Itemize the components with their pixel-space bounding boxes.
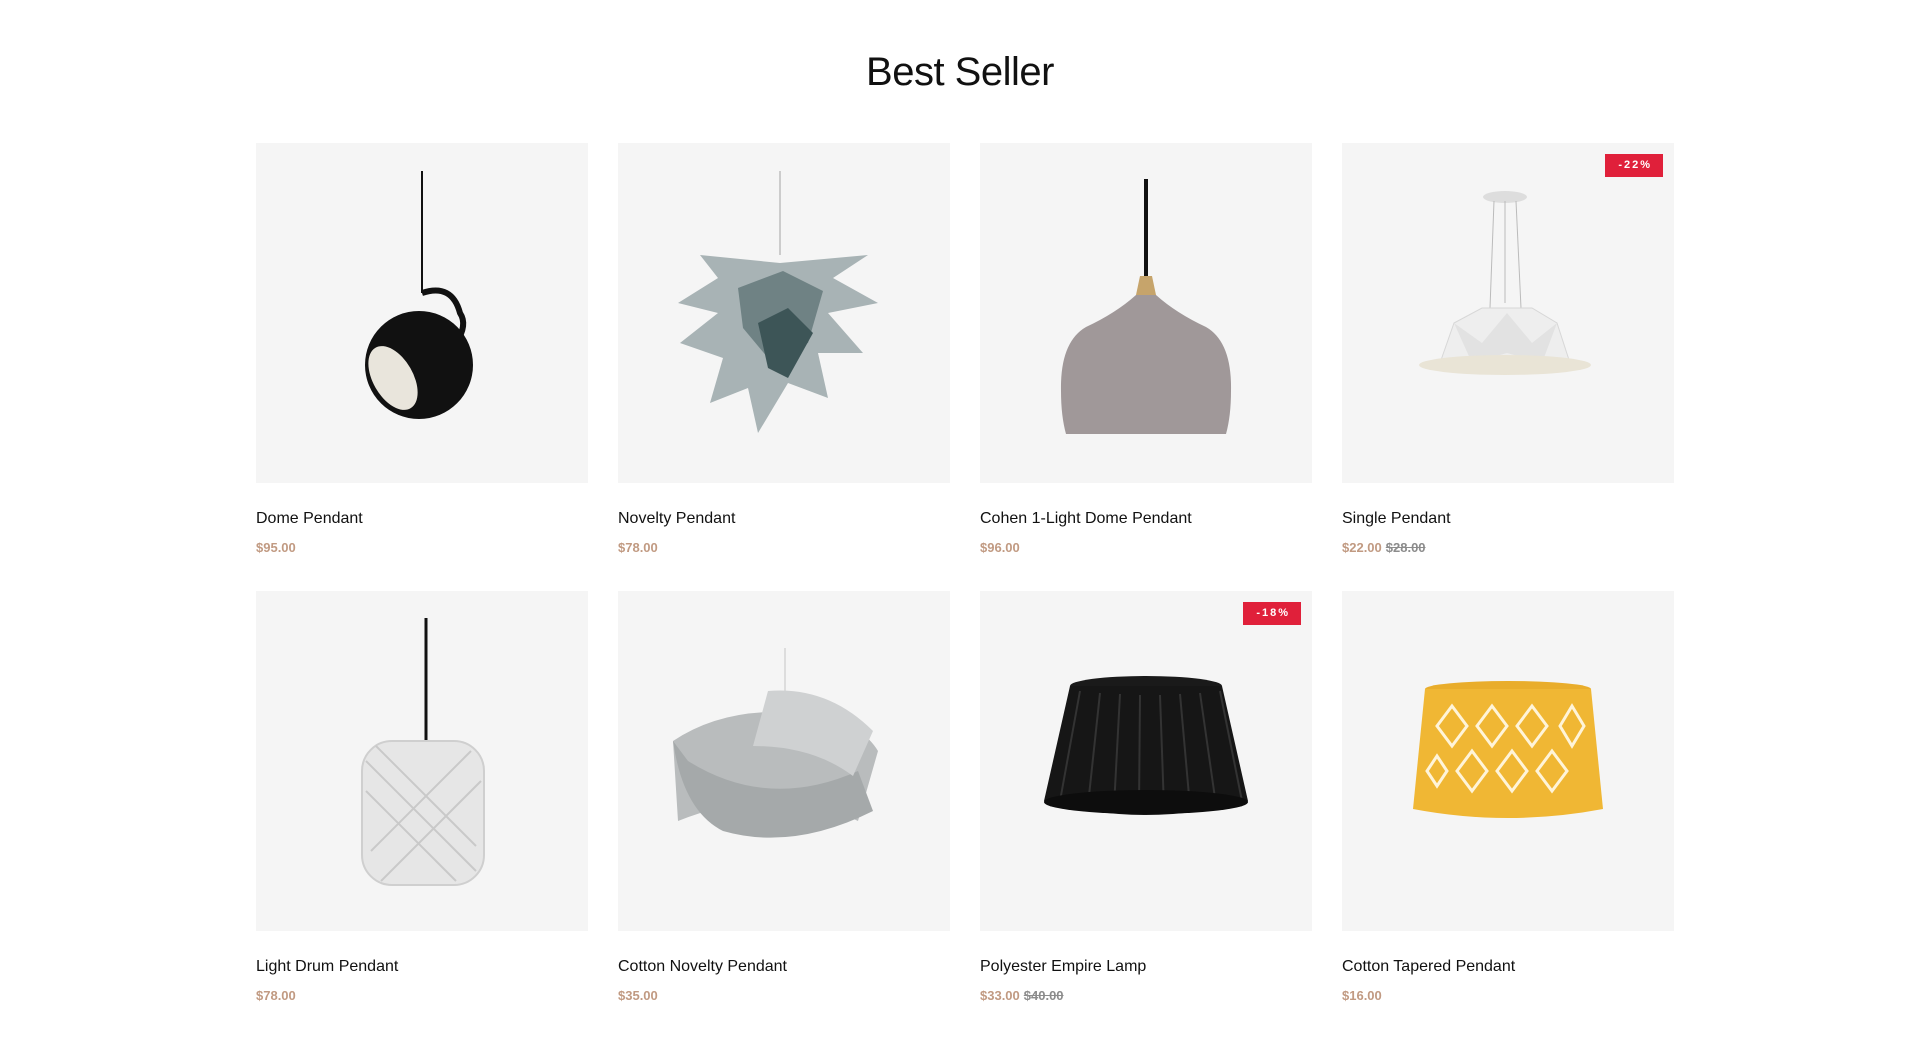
- product-card[interactable]: Cotton Novelty Pendant $35.00: [618, 591, 950, 1004]
- product-price: $33.00 $40.00: [980, 988, 1064, 1003]
- section-title: Best Seller: [866, 50, 1054, 94]
- product-image[interactable]: -22%: [1342, 143, 1674, 483]
- ribbon-pendant-lamp-icon: [673, 648, 878, 838]
- current-price: $33.00: [980, 988, 1020, 1003]
- product-price: $96.00: [980, 540, 1020, 555]
- product-name[interactable]: Single Pendant: [1342, 510, 1451, 528]
- product-price: $35.00: [618, 988, 658, 1003]
- current-price: $35.00: [618, 988, 658, 1003]
- product-image[interactable]: [980, 143, 1312, 483]
- product-name[interactable]: Cotton Tapered Pendant: [1342, 958, 1515, 976]
- product-grid: Dome Pendant $95.00 Novelty Pendant $78.…: [256, 143, 1674, 1004]
- product-price: $16.00: [1342, 988, 1382, 1003]
- product-card[interactable]: Light Drum Pendant $78.00: [256, 591, 588, 1004]
- dome-pendant-lamp-icon: [365, 171, 473, 419]
- product-name[interactable]: Dome Pendant: [256, 510, 363, 528]
- original-price: $40.00: [1023, 988, 1064, 1003]
- product-card[interactable]: Cohen 1-Light Dome Pendant $96.00: [980, 143, 1312, 556]
- drum-pendant-lamp-icon: [361, 618, 485, 886]
- pleated-lampshade-icon: [1044, 676, 1248, 815]
- current-price: $78.00: [618, 540, 658, 555]
- product-name[interactable]: Light Drum Pendant: [256, 958, 398, 976]
- product-image[interactable]: -18%: [980, 591, 1312, 931]
- product-name[interactable]: Polyester Empire Lamp: [980, 958, 1146, 976]
- current-price: $95.00: [256, 540, 296, 555]
- product-name[interactable]: Cotton Novelty Pendant: [618, 958, 787, 976]
- product-card[interactable]: Cotton Tapered Pendant $16.00: [1342, 591, 1674, 1004]
- geometric-pendant-lamp-icon: [1419, 191, 1591, 375]
- product-image[interactable]: [256, 591, 588, 931]
- product-card[interactable]: -22% Single Pendant $22.00 $28.00: [1342, 143, 1674, 556]
- product-image[interactable]: [1342, 591, 1674, 931]
- pinecone-pendant-lamp-icon: [678, 171, 878, 433]
- product-image[interactable]: [256, 143, 588, 483]
- product-card[interactable]: -18% Polyester Empire Lamp $33.00 $40.00: [980, 591, 1312, 1004]
- product-name[interactable]: Novelty Pendant: [618, 510, 735, 528]
- product-price: $95.00: [256, 540, 296, 555]
- product-name[interactable]: Cohen 1-Light Dome Pendant: [980, 510, 1192, 528]
- original-price: $28.00: [1385, 540, 1426, 555]
- current-price: $16.00: [1342, 988, 1382, 1003]
- bell-pendant-lamp-icon: [1060, 179, 1232, 434]
- discount-badge: -22%: [1605, 154, 1663, 177]
- current-price: $78.00: [256, 988, 296, 1003]
- current-price: $22.00: [1342, 540, 1382, 555]
- product-price: $78.00: [256, 988, 296, 1003]
- yellow-tapered-lampshade-icon: [1413, 681, 1603, 818]
- discount-badge: -18%: [1243, 602, 1301, 625]
- product-price: $78.00: [618, 540, 658, 555]
- product-image[interactable]: [618, 143, 950, 483]
- current-price: $96.00: [980, 540, 1020, 555]
- product-card[interactable]: Novelty Pendant $78.00: [618, 143, 950, 556]
- product-card[interactable]: Dome Pendant $95.00: [256, 143, 588, 556]
- product-price: $22.00 $28.00: [1342, 540, 1426, 555]
- product-image[interactable]: [618, 591, 950, 931]
